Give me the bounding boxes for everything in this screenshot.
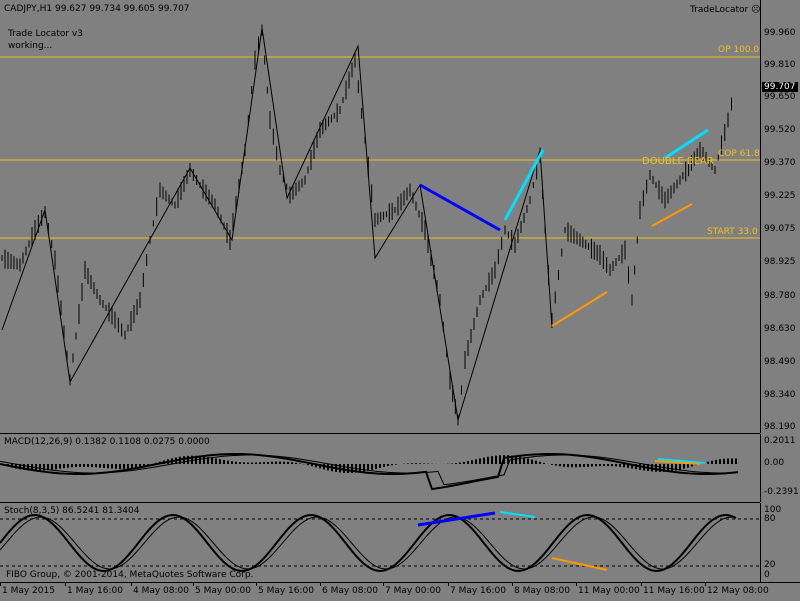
price-chart	[0, 24, 760, 426]
time-axis[interactable]: 1 May 2015 1 May 16:00 4 May 08:00 5 May 00…	[0, 582, 800, 601]
time-tick	[65, 583, 66, 586]
price-tick: 99.960	[764, 28, 796, 38]
time-label: 12 May 08:00	[707, 586, 769, 596]
time-label: 11 May 00:00	[578, 586, 640, 596]
indicator-name: Trade Locator v3	[8, 29, 83, 39]
price-tick: 98.925	[764, 257, 796, 267]
price-tick: 98.340	[764, 390, 796, 400]
time-tick	[256, 583, 257, 586]
brand-text: TradeLocator	[690, 5, 749, 15]
time-label: 8 May 08:00	[514, 586, 570, 596]
stoch-tick: 20	[764, 560, 776, 570]
smiley-icon: ☹	[751, 5, 760, 15]
stoch-tick: 0	[764, 570, 770, 580]
price-tick: 99.520	[764, 125, 796, 135]
macd-tick: -0.2391	[764, 487, 799, 497]
time-tick	[193, 583, 194, 586]
stoch-label: Stoch(8,3,5) 86.5241 81.3404	[4, 506, 140, 516]
time-label: 7 May 16:00	[450, 586, 506, 596]
time-tick	[131, 583, 132, 586]
zigzag-line	[1, 27, 553, 421]
level-op-label: OP 100.0	[718, 45, 760, 55]
price-scale[interactable]: 99.960 99.810 99.650 99.520 99.370 99.225 99.0…	[760, 0, 800, 433]
time-label: 6 May 08:00	[322, 586, 378, 596]
price-pane[interactable]: CADJPY,H1 99.627 99.734 99.605 99.707 Tr…	[0, 0, 760, 433]
level-start-label: START 33.0	[707, 227, 758, 237]
macd-pane[interactable]: MACD(12,26,9) 0.1382 0.1108 0.0275 0.000…	[0, 434, 760, 502]
stoch-bear-line	[417, 511, 496, 527]
bear-divergence-line	[419, 183, 501, 232]
stoch-k-line	[0, 514, 737, 573]
time-label: 5 May 16:00	[258, 586, 314, 596]
pattern-label: DOUBLE BEAR	[642, 156, 714, 167]
time-tick	[383, 583, 384, 586]
level-cop-label: COP 61.8	[718, 149, 760, 159]
bull-line	[664, 128, 709, 160]
macd-main-line	[0, 453, 739, 491]
price-tick: 99.370	[764, 158, 796, 168]
brand-label: TradeLocator ☹	[690, 5, 760, 15]
time-label: 1 May 16:00	[67, 586, 123, 596]
time-tick	[0, 583, 1, 586]
stoch-d-line	[0, 516, 737, 570]
price-tick: 99.075	[764, 224, 796, 234]
stoch-tick: 80	[764, 514, 776, 524]
stoch-scale[interactable]: 100 80 20 0	[760, 503, 800, 582]
macd-scale[interactable]: 0.2011 0.00 -0.2391	[760, 434, 800, 502]
time-tick	[512, 583, 513, 586]
price-tick: 98.190	[764, 422, 796, 432]
price-tick: 98.630	[764, 324, 796, 334]
time-label: 7 May 00:00	[385, 586, 441, 596]
price-tick: 98.780	[764, 291, 796, 301]
stoch-pane[interactable]: Stoch(8,3,5) 86.5241 81.3404 FIBO Group,…	[0, 503, 760, 582]
stoch-support-line	[551, 557, 608, 571]
time-tick	[320, 583, 321, 586]
price-tick: 99.650	[764, 92, 796, 102]
price-tick: 99.225	[764, 191, 796, 201]
indicator-status: working...	[8, 41, 53, 51]
price-tick: 98.490	[764, 357, 796, 367]
symbol-info: CADJPY,H1 99.627 99.734 99.605 99.707	[4, 4, 190, 14]
time-tick	[641, 583, 642, 586]
macd-tick: 0.00	[764, 458, 785, 468]
time-tick	[448, 583, 449, 586]
time-label: 11 May 16:00	[643, 586, 705, 596]
price-tick: 99.810	[764, 60, 796, 70]
time-label: 1 May 2015	[2, 586, 55, 596]
support-line	[551, 291, 608, 327]
time-label: 4 May 08:00	[133, 586, 189, 596]
support-line	[651, 203, 693, 227]
time-tick	[705, 583, 706, 586]
stoch-bull-line	[499, 511, 536, 518]
macd-tick: 0.2011	[764, 436, 796, 446]
current-price-tag: 99.707	[762, 82, 798, 92]
time-label: 5 May 00:00	[195, 586, 251, 596]
copyright: FIBO Group, © 2001-2014, MetaQuotes Soft…	[6, 570, 254, 580]
macd-label: MACD(12,26,9) 0.1382 0.1108 0.0275 0.000…	[4, 437, 210, 447]
time-tick	[576, 583, 577, 586]
